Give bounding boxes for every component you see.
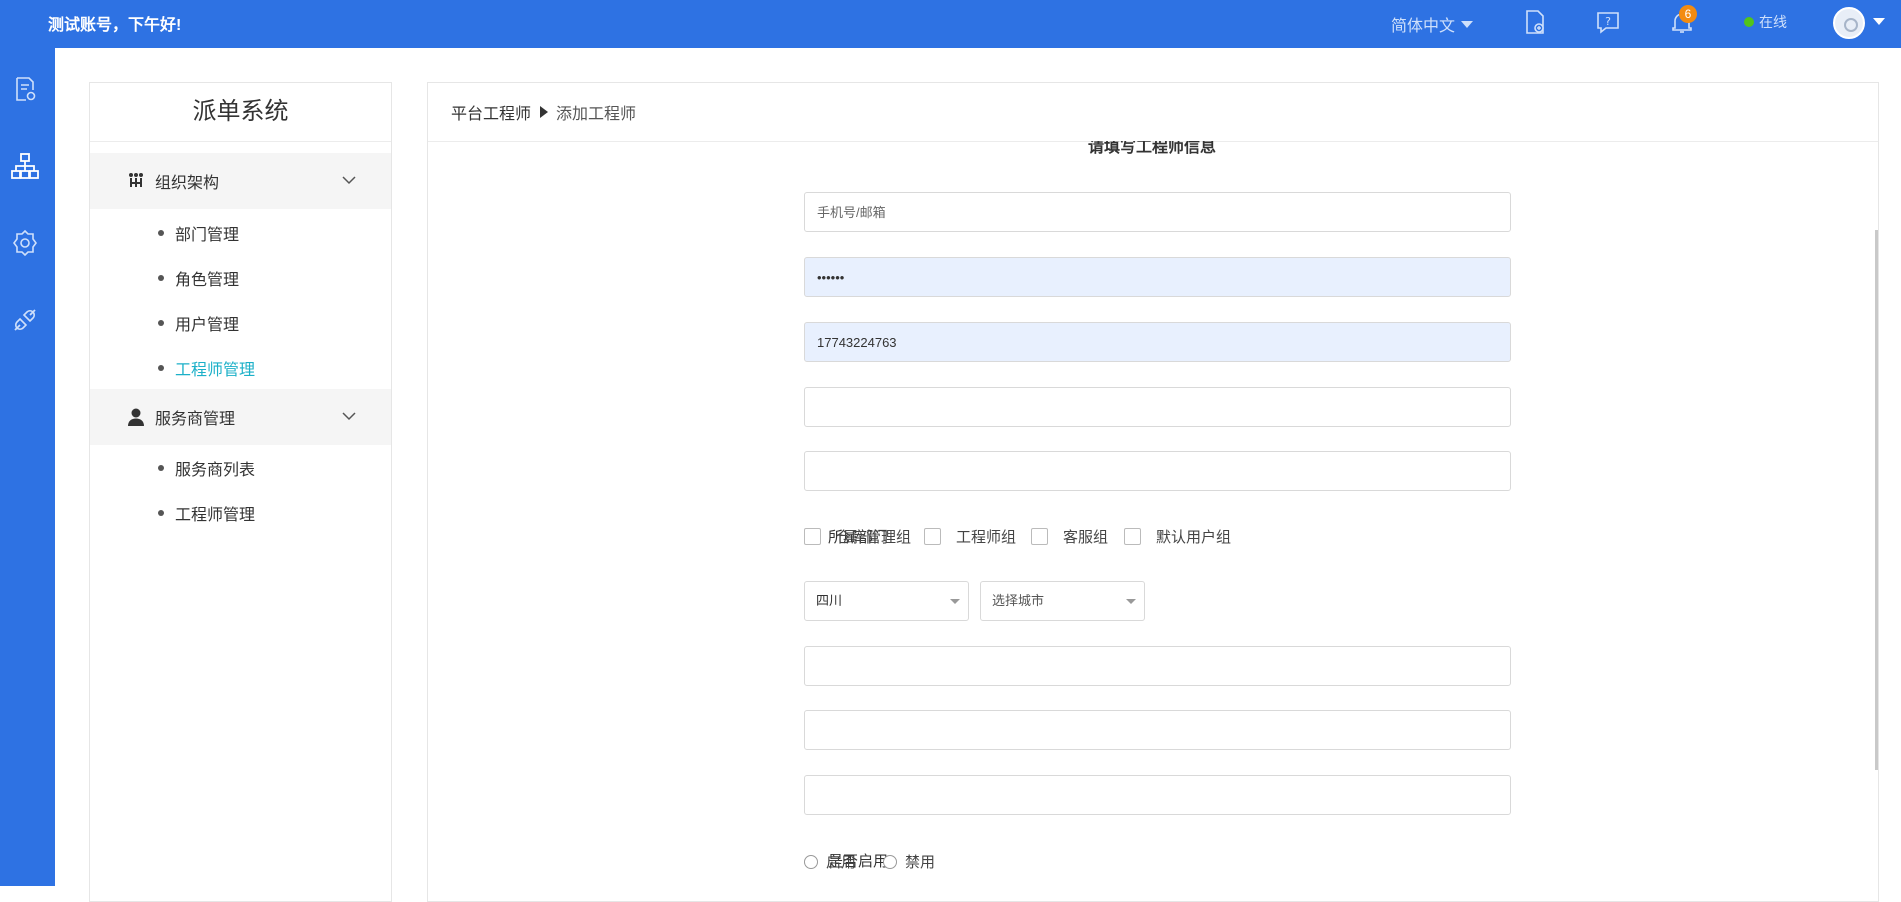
sidebar-item-user[interactable]: 用户管理 [90,300,391,345]
status-label: 在线 [1759,14,1787,30]
sidebar-item-label: 角色管理 [175,271,240,289]
bullet-icon [158,319,164,326]
id-number-input[interactable] [804,451,1511,491]
sidebar-title: 派单系统 [90,83,391,142]
scrollbar[interactable] [1875,230,1878,770]
sidebar-item-provider-list[interactable]: 服务商列表 [90,445,391,490]
avatar[interactable] [1833,7,1865,39]
bullet-icon [158,364,164,371]
department-checkbox-engineer[interactable]: 工程师组 [924,526,1016,547]
settings-gear-icon[interactable] [10,228,40,258]
breadcrumb-current: 添加工程师 [556,106,637,123]
payee-bank-input[interactable] [804,775,1511,815]
radio-button[interactable] [883,854,897,869]
radio-disable[interactable]: 禁用 [883,851,935,872]
main-content: 平台工程师 添加工程师 请填写工程师信息 登录账号 设置密码 工程师姓名 工程师… [427,82,1879,902]
caret-right-icon [540,106,549,118]
engineer-name-input[interactable] [804,322,1511,362]
document-settings-icon[interactable] [10,74,40,104]
checkbox-label: 客服组 [1063,529,1109,546]
org-chart-icon[interactable] [10,151,40,181]
checkbox[interactable] [804,528,821,545]
engineer-nickname-input[interactable] [804,387,1511,427]
form-title: 请填写工程师信息 [1088,141,1217,156]
breadcrumb: 平台工程师 添加工程师 [428,83,1878,142]
left-rail [0,48,55,886]
radio-label: 禁用 [905,854,936,871]
caret-down-icon [950,599,960,604]
sidebar-group-provider[interactable]: 服务商管理 [90,389,391,445]
sidebar-group-label: 组织架构 [155,175,220,192]
sidebar-item-role[interactable]: 角色管理 [90,255,391,300]
checkbox-label: 默认用户组 [1156,529,1232,546]
sidebar-item-label: 工程师管理 [175,361,256,379]
sidebar-item-provider-engineer[interactable]: 工程师管理 [90,490,391,535]
svg-text:?: ? [1605,15,1611,28]
department-checkbox-default[interactable]: 默认用户组 [1124,526,1231,547]
status-dot-icon [1744,17,1754,27]
sidebar-item-label: 部门管理 [175,226,240,244]
checkbox[interactable] [924,528,941,545]
sidebar-group-organization[interactable]: 组织架构 [90,153,391,209]
bullet-icon [158,464,164,471]
org-structure-icon [129,173,143,187]
city-placeholder: 选择城市 [992,593,1045,608]
checkbox-label: 仓库管理组 [836,529,912,546]
caret-down-icon [1461,20,1474,28]
sidebar-item-label: 工程师管理 [175,506,256,524]
bullet-icon [158,274,164,281]
checkbox[interactable] [1124,528,1141,545]
sidebar-item-label: 服务商列表 [175,461,256,479]
caret-down-icon [1126,599,1136,604]
password-input[interactable] [804,257,1511,297]
department-checkbox-service[interactable]: 客服组 [1031,526,1108,547]
radio-button[interactable] [804,854,818,869]
online-status: 在线 [1744,12,1787,32]
person-icon [128,408,144,426]
notification-badge: 6 [1679,5,1697,23]
province-value: 四川 [816,593,843,608]
sidebar-item-department[interactable]: 部门管理 [90,210,391,255]
sidebar-panel: 派单系统 组织架构 部门管理 角色管理 用户管理 工程师管理 服务商管理 服务商… [89,82,392,902]
radio-label: 启用 [826,854,857,871]
province-select[interactable]: 四川 [804,581,969,621]
language-selector[interactable]: 简体中文 [1391,12,1474,36]
language-label: 简体中文 [1391,18,1456,35]
login-account-input[interactable] [804,192,1511,232]
bullet-icon [158,229,164,236]
bullet-icon [158,509,164,516]
greeting-text: 测试账号，下午好! [48,17,182,34]
department-checkbox-warehouse[interactable]: 仓库管理组 [804,526,911,547]
payee-account-input[interactable] [804,710,1511,750]
payee-name-input[interactable] [804,646,1511,686]
top-bar: 测试账号，下午好! 简体中文 ? 6 在线 [0,0,1901,48]
city-select[interactable]: 选择城市 [980,581,1145,621]
checkbox[interactable] [1031,528,1048,545]
radio-enable[interactable]: 启用 [804,851,856,872]
document-add-icon[interactable] [1521,8,1549,36]
chevron-down-icon [342,412,356,421]
avatar-caret-icon[interactable] [1873,18,1885,25]
sidebar-item-engineer[interactable]: 工程师管理 [90,345,391,390]
plug-icon[interactable] [10,305,40,335]
sidebar-item-label: 用户管理 [175,316,240,334]
enabled-label: 是否启用 [827,853,888,870]
checkbox-label: 工程师组 [956,529,1017,546]
breadcrumb-parent[interactable]: 平台工程师 [451,100,531,124]
chevron-down-icon [342,176,356,185]
sidebar-group-label: 服务商管理 [155,411,236,428]
help-icon[interactable]: ? [1594,8,1622,36]
